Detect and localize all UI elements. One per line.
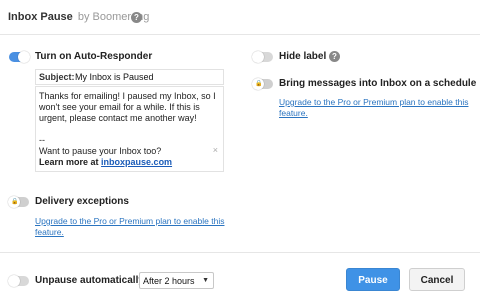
toggle-knob — [18, 51, 30, 63]
footer-divider — [0, 252, 480, 253]
hide-label-help-icon[interactable]: ? — [329, 51, 340, 62]
signature-learn-line: Learn more at inboxpause.com — [39, 157, 217, 168]
hide-label-label: Hide label — [279, 51, 327, 62]
chevron-down-icon: ▼ — [202, 277, 209, 284]
app-name: Inbox Pause — [8, 11, 73, 23]
upgrade-line: Upgrade to the Pro or Premium plan to en… — [279, 97, 469, 107]
dialog-header: Inbox Pause by Boomerang ? — [0, 0, 480, 35]
upgrade-line: feature. — [35, 227, 64, 237]
message-line: won't see your email for a while. If thi… — [39, 102, 200, 112]
autoresponder-toggle[interactable] — [9, 51, 30, 63]
subject-input[interactable]: My Inbox is Paused — [75, 72, 154, 82]
signature-line: Want to pause your Inbox too? — [39, 146, 162, 156]
toggle-knob — [8, 275, 20, 287]
signature-learn-text: Learn more at — [39, 157, 99, 167]
schedule-label: Bring messages into Inbox on a schedule — [279, 78, 477, 89]
unpause-label: Unpause automatically — [35, 275, 144, 286]
autoresponder-label: Turn on Auto-Responder — [35, 51, 153, 62]
pause-button[interactable]: Pause — [346, 268, 400, 291]
upgrade-line: feature. — [279, 108, 308, 118]
delivery-upgrade-link[interactable]: Upgrade to the Pro or Premium plan to en… — [35, 216, 235, 238]
unpause-toggle[interactable] — [8, 275, 29, 287]
delivery-toggle[interactable]: 🔒 — [8, 196, 29, 208]
cancel-button[interactable]: Cancel — [409, 268, 465, 291]
signature-dash: -- — [39, 135, 45, 145]
schedule-upgrade-link[interactable]: Upgrade to the Pro or Premium plan to en… — [279, 97, 474, 119]
lock-icon: 🔒 — [11, 199, 19, 205]
subject-field[interactable]: Subject: My Inbox is Paused — [35, 69, 224, 85]
message-line: urgent, please contact me another way! — [39, 113, 197, 123]
message-textarea[interactable]: Thanks for emailing! I paused my Inbox, … — [35, 86, 224, 172]
toggle-knob — [252, 51, 264, 63]
help-icon[interactable]: ? — [131, 12, 142, 23]
subject-label: Subject: — [39, 72, 75, 82]
lock-icon: 🔒 — [255, 81, 263, 87]
unpause-select[interactable]: After 2 hours ▼ — [139, 272, 214, 289]
upgrade-line: Upgrade to the Pro or Premium plan to en… — [35, 216, 225, 226]
dialog-title: Inbox Pause by Boomerang — [8, 11, 149, 23]
delivery-label: Delivery exceptions — [35, 196, 129, 207]
message-line: Thanks for emailing! I paused my Inbox, … — [39, 91, 216, 101]
inboxpause-link[interactable]: inboxpause.com — [101, 157, 172, 167]
schedule-toggle[interactable]: 🔒 — [252, 78, 273, 90]
clear-icon[interactable]: × — [213, 145, 218, 156]
unpause-select-value: After 2 hours — [143, 276, 195, 286]
hide-label-toggle[interactable] — [252, 51, 273, 63]
